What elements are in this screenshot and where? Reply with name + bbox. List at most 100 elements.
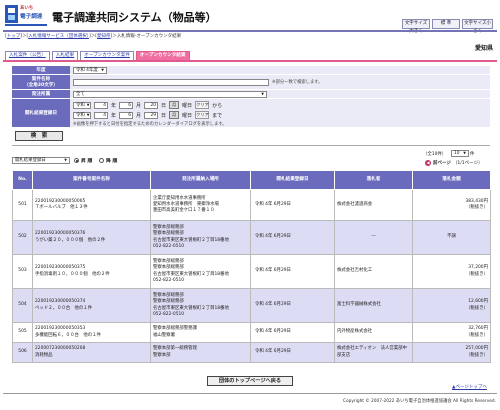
dept-select[interactable]: 全て ▼ — [73, 90, 267, 98]
calendar-from-icon[interactable]: 月 — [169, 101, 180, 109]
chevron-down-icon: ▼ — [101, 67, 104, 72]
row-no: 505 — [12, 322, 33, 343]
col-case-name: 案件名称 — [91, 177, 110, 182]
amount-tax: （税抜き） — [466, 305, 488, 311]
tab-divider — [3, 60, 497, 62]
col-date: 開札結果登録日 — [250, 170, 335, 190]
table-row[interactable]: 502 220019230000050376 うがい薬２０，０００個 他の２件 警… — [12, 220, 491, 255]
row-no: 501 — [12, 189, 33, 221]
row-date: 令和 4年 6月29日 — [250, 322, 335, 343]
case-name-label: 案件名称 （全角30文字） — [12, 75, 70, 89]
amount-value: 不調 — [447, 234, 456, 240]
header-divider — [3, 30, 497, 32]
font-size-small-button[interactable]: 文字サイズ小さく — [462, 19, 493, 34]
chevron-down-icon: ▼ — [64, 158, 67, 162]
breadcrumb-link-top[interactable]: トップ — [7, 34, 21, 39]
case-name-link[interactable]: うがい薬２０，０００個 他の２件 — [35, 238, 148, 244]
date-from-era-select[interactable]: 令和 ▼ — [73, 101, 91, 109]
col-dept-label: 発注所属 — [182, 177, 201, 182]
year-label: 年度 — [12, 66, 70, 74]
breadcrumb-link-prefecture[interactable]: 愛知県 — [97, 34, 111, 39]
row-dept: 警察本部第一総務管理 警察本部 — [150, 342, 251, 363]
amount-tax: （税抜き） — [466, 332, 488, 338]
logo-line2: 電子調達 — [20, 14, 43, 20]
date-to-era: 令和 — [76, 112, 85, 118]
amount-tax: （税抜き） — [466, 352, 488, 358]
date-from-weekday: 曜日 — [182, 102, 193, 109]
row-date: 令和 4年 6月29日 — [250, 288, 335, 323]
font-size-large-button[interactable]: 文字サイズ大きく — [402, 19, 430, 34]
row-date: 令和 4年 6月29日 — [250, 342, 335, 363]
search-button[interactable]: 検 索 — [15, 131, 63, 141]
case-name-link[interactable]: 多機能回転６，００台 他の１件 — [35, 333, 148, 339]
amount-tax: （税抜き） — [466, 271, 488, 277]
pager: ◀ 前ページ （1/1ページ） — [425, 160, 483, 166]
date-from-month-unit: 月 — [136, 102, 142, 109]
date-to-suffix: まで — [212, 112, 223, 119]
table-row[interactable]: 504 220019230000050374 ベッド２，００台 他の１件 警察本部… — [12, 288, 491, 323]
date-from-year-input[interactable]: 4 — [94, 101, 108, 109]
breadcrumb-link-service[interactable]: 入札情報サービス（団体選択） — [28, 34, 89, 39]
date-to-day-input[interactable]: 29 — [144, 111, 159, 119]
date-from-clear-button[interactable]: クリア — [195, 101, 210, 109]
back-to-top-page-button[interactable]: 団体のトップページへ戻る — [207, 376, 293, 386]
chevron-down-icon: ▼ — [86, 112, 90, 117]
chevron-down-icon: ▼ — [463, 151, 466, 155]
tab-open-counter-results[interactable]: オープンカウンタ結果 — [135, 51, 190, 60]
date-to-weekday: 曜日 — [182, 112, 193, 119]
row-winner: 内外物産株式会社 — [334, 322, 413, 343]
calendar-to-icon[interactable]: 月 — [169, 111, 180, 119]
date-to-year-input[interactable]: 4 — [94, 111, 108, 119]
form-divider — [12, 145, 490, 146]
tab-bid-results[interactable]: 入札結果 — [51, 51, 79, 60]
row-winner: 富士科学器械株式会社 — [334, 288, 413, 323]
dept-line: 警察本部 — [153, 352, 171, 358]
case-name-link[interactable]: ベッド２，００台 他の１件 — [35, 306, 148, 312]
font-size-standard-button[interactable]: 標 準 — [432, 19, 460, 29]
date-from-month-input[interactable]: 6 — [119, 101, 134, 109]
date-to-era-select[interactable]: 令和 ▼ — [73, 111, 91, 119]
prev-page-link[interactable]: 前ページ — [433, 160, 451, 166]
table-header-row: No. 案件番号案件名称 発注所属納入場所 開札結果登録日 落札者 落札金額 — [12, 170, 491, 190]
table-row[interactable]: 505 220019230000050353 多機能回転６，００台 他の１件 警察… — [12, 322, 491, 343]
table-row[interactable]: 506 220007230000050268 消耗物品 警察本部第一総務管理 警察本… — [12, 342, 491, 363]
tab-open-counter-cases[interactable]: オープンカウンタ案件 — [80, 51, 134, 60]
chevron-down-icon: ▼ — [86, 102, 90, 107]
sort-select[interactable]: 開札結果登録日 ▼ — [12, 157, 70, 164]
date-to-clear-button[interactable]: クリア — [195, 111, 210, 119]
table-row[interactable]: 503 220019230000050375 手指消毒剤１０，０００個 他の２件 … — [12, 254, 491, 289]
page-info: （1/1ページ） — [452, 161, 483, 166]
sort-desc-radio[interactable]: 降 順 — [99, 157, 117, 164]
col-place-label: 納入場所 — [200, 177, 219, 182]
page-top-link[interactable]: ▲ページトップへ — [452, 384, 487, 390]
col-case: 案件番号案件名称 — [32, 170, 151, 190]
dept-line: 052-822-0510 — [153, 243, 185, 249]
date-from-day-input[interactable]: 20 — [144, 101, 159, 109]
per-page-select[interactable]: 10 ▼ — [451, 150, 469, 157]
date-note: ※画像を押下すると日付を指定するためのカレンダーダイアログを表示します。 — [73, 122, 227, 127]
dept-select-value: 全て — [76, 91, 85, 97]
date-to-year-unit: 年 — [111, 112, 117, 119]
row-dept: 警察本部総務部警務課 福山警察署 — [150, 322, 251, 343]
footer-divider — [3, 393, 497, 394]
row-date: 令和 4年 6月29日 — [250, 189, 335, 221]
case-name-link[interactable]: Ｔボールバルブ 他１３件 — [35, 205, 148, 211]
chevron-down-icon: ▼ — [261, 91, 264, 96]
row-case: 220019230000050065 Ｔボールバルブ 他１３件 — [32, 189, 151, 221]
table-row[interactable]: 501 220019230000050065 Ｔボールバルブ 他１３件 企業庁愛知… — [12, 189, 491, 221]
tab-bid-cases[interactable]: 入札案件（公告） — [5, 51, 50, 60]
date-to-day-unit: 日 — [161, 112, 167, 119]
prev-arrow-icon[interactable]: ◀ — [425, 160, 431, 166]
case-name-link[interactable]: 消耗物品 — [35, 353, 148, 359]
year-select[interactable]: 令和 4年度 ▼ — [73, 66, 107, 74]
col-dept: 発注所属納入場所 — [150, 170, 251, 190]
row-amount: 257,000円 （税抜き） — [412, 342, 491, 363]
year-select-value: 令和 4年度 — [76, 67, 98, 73]
amount-tax: （税抜き） — [466, 205, 488, 210]
date-to-month-input[interactable]: 6 — [119, 111, 134, 119]
case-name-input[interactable] — [73, 78, 269, 86]
row-amount: 32,760円 （税抜き） — [412, 322, 491, 343]
case-name-link[interactable]: 手指消毒剤１０，０００個 他の２件 — [35, 272, 148, 278]
row-no: 506 — [12, 342, 33, 363]
sort-asc-radio[interactable]: 昇 順 — [74, 157, 92, 164]
